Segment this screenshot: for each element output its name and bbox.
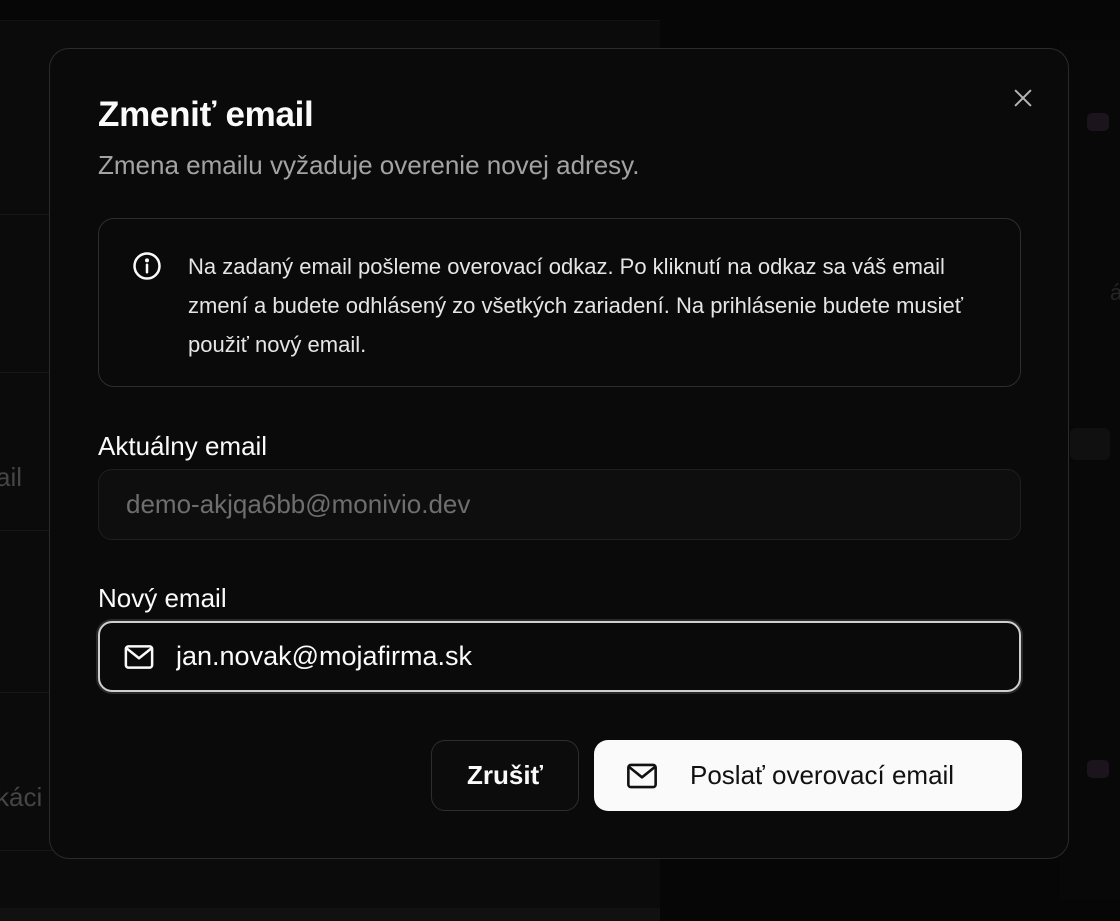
- close-icon: [1012, 87, 1034, 109]
- dialog-subtitle: Zmena emailu vyžaduje overenie novej adr…: [98, 150, 639, 181]
- dialog-title: Zmeniť email: [98, 95, 313, 135]
- cancel-button-label: Zrušiť: [467, 760, 543, 791]
- close-button[interactable]: [1008, 83, 1038, 113]
- info-alert-text: Na zadaný email pošleme overovací odkaz.…: [188, 247, 988, 364]
- send-verification-button[interactable]: Poslať overovací email: [594, 740, 1022, 811]
- cancel-button[interactable]: Zrušiť: [431, 740, 579, 811]
- change-email-dialog: Zmeniť email Zmena emailu vyžaduje overe…: [49, 48, 1069, 859]
- send-verification-button-label: Poslať overovací email: [690, 760, 954, 791]
- current-email-label: Aktuálny email: [98, 431, 267, 462]
- info-icon: [132, 251, 162, 281]
- new-email-label: Nový email: [98, 583, 227, 614]
- new-email-input[interactable]: [174, 640, 978, 673]
- mail-icon: [626, 763, 658, 789]
- info-alert: Na zadaný email pošleme overovací odkaz.…: [98, 218, 1021, 387]
- new-email-field[interactable]: [98, 621, 1021, 692]
- current-email-input: [124, 488, 988, 521]
- mail-icon: [124, 644, 154, 670]
- current-email-field: [98, 469, 1021, 540]
